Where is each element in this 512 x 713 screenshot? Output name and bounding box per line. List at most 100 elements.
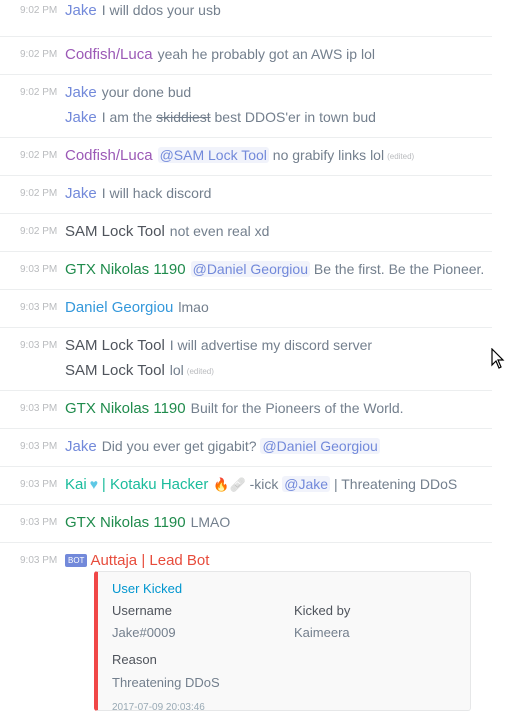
message-content: SAM Lock Tool lol (edited) [65,358,214,384]
reason-label: Reason [112,652,157,667]
user-mention[interactable]: @SAM Lock Tool [157,147,269,163]
message-group: 9:03 PM Kai ♥ | Kotaku Hacker 🔥🩹 -kick @Ja… [0,467,492,505]
author-name[interactable]: Jake [65,185,97,202]
message-line: 9:02 PM Jake your done bud [0,80,492,105]
timestamp: 9:03 PM [20,555,58,566]
message-text: I will ddos your usb [101,2,221,18]
message-text: I will hack discord [101,185,212,201]
message-line: 9:03 PM GTX Nikolas 1190 Built for the Pi… [0,396,492,421]
user-mention[interactable]: @Daniel Georgiou [190,261,310,277]
strikethrough-text: skiddiest [156,109,211,125]
message-group: 9:03 PM GTX Nikolas 1190 @Daniel Georgiou… [0,252,492,290]
timestamp: 9:02 PM [20,87,58,98]
message-line: 9:02 PM Jake I will ddos your usb [0,0,492,23]
kicked-by-value: Kaimeera [294,625,350,640]
message-text: best DDOS'er in town bud [210,109,376,125]
message-group: 9:03 PM GTX Nikolas 1190 LMAO [0,505,492,543]
username-value: Jake#0009 [112,625,176,640]
reason-value: Threatening DDoS [112,675,220,690]
bot-tag: BOT [65,554,88,567]
author-name[interactable]: Jake [65,84,97,101]
message-content: GTX Nikolas 1190 @Daniel Georgiou Be the … [65,257,484,282]
author-name[interactable]: SAM Lock Tool [65,337,165,354]
message-group: 9:02 PM Jake your done bud Jake I am the s… [0,75,492,138]
author-name[interactable]: Jake [65,438,97,455]
username-label: Username [112,603,172,618]
message-content: Jake I will hack discord [65,181,211,206]
author-name[interactable]: GTX Nikolas 1190 [65,261,186,278]
kicked-by-label: Kicked by [294,603,351,618]
edited-label: (edited) [186,366,214,376]
user-mention[interactable]: @Daniel Georgiou [260,438,380,454]
author-name[interactable]: SAM Lock Tool [65,223,165,240]
message-line: 9:02 PM Codfish/Luca @SAM Lock Tool no gr… [0,143,492,168]
fire-emoji: 🔥🩹 [213,477,246,492]
heart-emoji: ♥ [89,476,98,492]
message-content: GTX Nikolas 1190 Built for the Pioneers o… [65,396,404,421]
message-content: Jake your done bud [65,80,191,105]
message-text: -kick [249,476,283,492]
message-text: Did you ever get gigabit? [101,438,261,454]
author-name[interactable]: Auttaja | Lead Bot [90,552,209,569]
timestamp: 9:03 PM [20,302,58,313]
author-name[interactable]: GTX Nikolas 1190 [65,514,186,531]
timestamp: 9:02 PM [20,49,58,60]
message-text: lol [169,362,184,378]
timestamp: 9:02 PM [20,226,58,237]
message-content: SAM Lock Tool I will advertise my discord… [65,333,372,358]
embed-footer: 2017-07-09 20:03:46 [112,702,205,713]
message-text: | Threatening DDoS [330,476,458,492]
message-line: 9:03 PM GTX Nikolas 1190 @Daniel Georgiou… [0,257,492,282]
timestamp: 9:03 PM [20,479,58,490]
message-line: 9:03 PM Jake Did you ever get gigabit? @D… [0,434,492,459]
message-content: GTX Nikolas 1190 LMAO [65,510,230,535]
message-line: 9:03 PM GTX Nikolas 1190 LMAO [0,510,492,535]
message-text: your done bud [101,84,192,100]
message-text: LMAO [190,514,231,530]
message-text: not even real xd [169,223,270,239]
user-mention[interactable]: @Jake [282,476,331,492]
author-name[interactable]: Codfish/Luca [65,147,153,164]
message-line: 9:03 PM SAM Lock Tool I will advertise my… [0,333,492,358]
message-group: 9:02 PM SAM Lock Tool not even real xd [0,214,492,252]
message-line: 9:03 PM Daniel Georgiou lmao [0,295,492,320]
author-name[interactable]: Kai [65,476,87,493]
message-content: Codfish/Luca @SAM Lock Tool no grabify li… [65,143,414,169]
author-name[interactable]: Codfish/Luca [65,46,153,63]
author-name-suffix[interactable]: | Kotaku Hacker [102,476,208,493]
timestamp: 9:03 PM [20,403,58,414]
message-group: 9:03 PM Daniel Georgiou lmao [0,290,492,328]
message-line: 9:02 PM Codfish/Luca yeah he probably got… [0,42,492,67]
edited-label: (edited) [387,151,415,161]
message-group: 9:02 PM Jake I will ddos your usb [0,0,492,37]
message-content: Daniel Georgiou lmao [65,295,209,320]
timestamp: 9:02 PM [20,188,58,199]
timestamp: 9:03 PM [20,441,58,452]
message-group: 9:02 PM Codfish/Luca @SAM Lock Tool no gr… [0,138,492,176]
message-group: 9:03 PM SAM Lock Tool I will advertise my… [0,328,492,391]
message-line: 9:02 PM SAM Lock Tool not even real xd [0,219,492,244]
timestamp: 9:02 PM [20,150,58,161]
timestamp: 9:03 PM [20,264,58,275]
message-content: Jake I am the skiddiest best DDOS'er in t… [65,105,376,130]
message-content: Kai ♥ | Kotaku Hacker 🔥🩹 -kick @Jake | Thr… [65,472,457,497]
message-text: yeah he probably got an AWS ip lol [157,46,375,62]
author-name[interactable]: Jake [65,109,97,126]
message-line: SAM Lock Tool lol (edited) [0,358,492,383]
message-content: Codfish/Luca yeah he probably got an AWS … [65,42,375,67]
message-line: 9:03 PM Kai ♥ | Kotaku Hacker 🔥🩹 -kick @Ja… [0,472,492,497]
timestamp: 9:03 PM [20,517,58,528]
message-line: 9:02 PM Jake I will hack discord [0,181,492,206]
author-name[interactable]: GTX Nikolas 1190 [65,400,186,417]
kick-embed: User Kicked Username Jake#0009 Kicked by… [94,571,471,713]
message-text: no grabify links lol [268,147,385,163]
message-line: 9:03 PM BOT Auttaja | Lead Bot [0,548,492,573]
embed-title: User Kicked [112,581,183,596]
author-name[interactable]: SAM Lock Tool [65,362,165,379]
author-name[interactable]: Daniel Georgiou [65,299,173,316]
timestamp: 9:02 PM [20,5,58,16]
message-line: Jake I am the skiddiest best DDOS'er in t… [0,105,492,130]
author-name[interactable]: Jake [65,2,97,19]
message-content: Jake Did you ever get gigabit? @Daniel Ge… [65,434,380,459]
timestamp: 9:03 PM [20,340,58,351]
